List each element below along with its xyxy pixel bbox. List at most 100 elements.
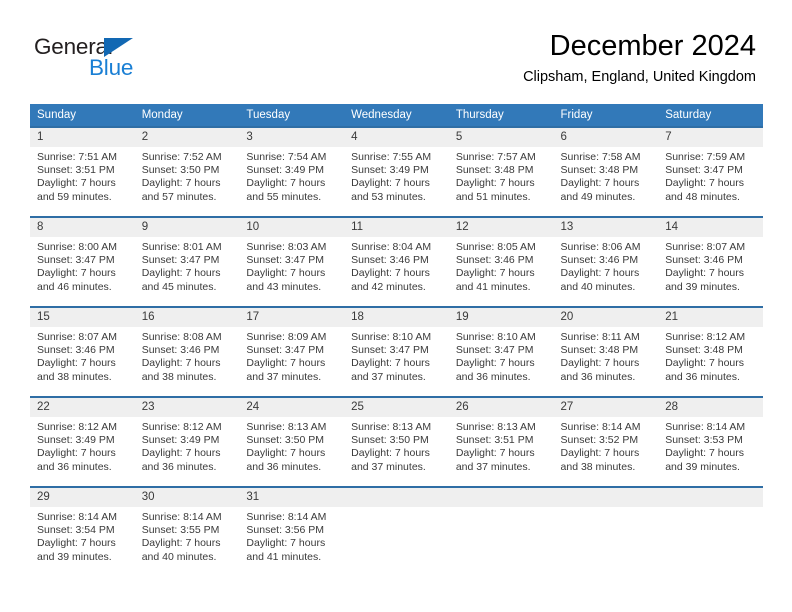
calendar-day-cell[interactable]: 6 Sunrise: 7:58 AM Sunset: 3:48 PM Daylight… (553, 126, 659, 210)
calendar-day-cell[interactable]: 22 Sunrise: 8:12 AM Sunset: 3:49 PM Dayligh… (30, 396, 135, 480)
daylight-duration-line2: and 37 minutes. (351, 460, 426, 473)
day-cell-details: Sunrise: 8:01 AM Sunset: 3:47 PM Daylight:… (135, 237, 240, 294)
sunset-time: Sunset: 3:49 PM (141, 434, 220, 447)
page-title: December 2024 (549, 30, 756, 62)
sunrise-time: Sunrise: 8:05 AM (455, 241, 536, 253)
calendar-day-cell[interactable]: 25 Sunrise: 8:13 AM Sunset: 3:50 PM Dayligh… (344, 396, 449, 480)
calendar-day-cell[interactable]: 4 Sunrise: 7:55 AM Sunset: 3:49 PM Daylight… (344, 126, 449, 210)
calendar-day-cell[interactable]: 14 Sunrise: 8:07 AM Sunset: 3:46 PM Dayligh… (658, 216, 763, 300)
day-cell-details: Sunrise: 7:52 AM Sunset: 3:50 PM Daylight:… (135, 147, 240, 204)
day-cell-inner: 20 Sunrise: 8:11 AM Sunset: 3:48 PM Dayligh… (553, 306, 659, 390)
daylight-duration-line2: and 39 minutes. (37, 550, 112, 563)
calendar-page: General Blue December 2024 Clipsham, Eng… (0, 0, 792, 612)
day-cell-details: Sunrise: 7:55 AM Sunset: 3:49 PM Daylight:… (344, 147, 449, 204)
day-cell-inner: 12 Sunrise: 8:05 AM Sunset: 3:46 PM Dayligh… (448, 216, 554, 300)
day-cell-details: Sunrise: 8:14 AM Sunset: 3:56 PM Daylight:… (239, 507, 344, 564)
calendar-day-cell[interactable]: 8 Sunrise: 8:00 AM Sunset: 3:47 PM Daylight… (30, 216, 135, 300)
sunset-time: Sunset: 3:47 PM (246, 254, 325, 267)
calendar-day-cell[interactable]: 17 Sunrise: 8:09 AM Sunset: 3:47 PM Dayligh… (239, 306, 345, 390)
daylight-duration-line1: Daylight: 7 hours (246, 447, 326, 460)
sunrise-time: Sunrise: 8:12 AM (665, 331, 746, 343)
daylight-duration-line1: Daylight: 7 hours (560, 357, 640, 370)
title-block: December 2024 Clipsham, England, United … (523, 28, 756, 87)
day-cell-details: Sunrise: 7:58 AM Sunset: 3:48 PM Daylight:… (554, 147, 659, 204)
calendar-day-cell[interactable]: 12 Sunrise: 8:05 AM Sunset: 3:46 PM Dayligh… (448, 216, 554, 300)
sunrise-time: Sunrise: 8:07 AM (37, 331, 117, 343)
day-number: 23 (134, 398, 240, 417)
sunrise-time: Sunrise: 8:14 AM (141, 511, 222, 523)
daylight-duration-line1: Daylight: 7 hours (351, 177, 430, 190)
calendar-day-cell[interactable]: 21 Sunrise: 8:12 AM Sunset: 3:48 PM Dayligh… (658, 306, 763, 390)
day-number: 30 (134, 488, 240, 507)
calendar-day-cell[interactable]: 20 Sunrise: 8:11 AM Sunset: 3:48 PM Dayligh… (553, 306, 659, 390)
day-number: 28 (658, 398, 763, 417)
day-cell-details: Sunrise: 8:14 AM Sunset: 3:53 PM Daylight:… (658, 417, 763, 474)
sunset-time: Sunset: 3:53 PM (665, 434, 743, 447)
daylight-duration-line1: Daylight: 7 hours (37, 267, 116, 280)
calendar-day-cell[interactable]: 10 Sunrise: 8:03 AM Sunset: 3:47 PM Dayligh… (239, 216, 345, 300)
calendar-day-cell[interactable]: 7 Sunrise: 7:59 AM Sunset: 3:47 PM Daylight… (658, 126, 763, 210)
calendar-day-cell[interactable]: 30 Sunrise: 8:14 AM Sunset: 3:55 PM Dayligh… (134, 486, 240, 570)
sunrise-time: Sunrise: 8:00 AM (37, 241, 117, 253)
day-cell-inner: 16 Sunrise: 8:08 AM Sunset: 3:46 PM Dayligh… (134, 306, 240, 390)
day-cell-inner: 29 Sunrise: 8:14 AM Sunset: 3:54 PM Dayligh… (30, 486, 135, 570)
calendar-day-cell[interactable]: 31 Sunrise: 8:14 AM Sunset: 3:56 PM Dayligh… (239, 486, 345, 570)
sunrise-time: Sunrise: 7:52 AM (141, 151, 222, 163)
day-cell-details: Sunrise: 8:12 AM Sunset: 3:49 PM Daylight:… (30, 417, 135, 474)
day-cell-inner: 14 Sunrise: 8:07 AM Sunset: 3:46 PM Dayligh… (658, 216, 763, 300)
day-number: 15 (30, 308, 135, 327)
day-number: 10 (239, 218, 345, 237)
calendar-day-cell[interactable]: 16 Sunrise: 8:08 AM Sunset: 3:46 PM Dayligh… (134, 306, 240, 390)
sunrise-time: Sunrise: 8:01 AM (141, 241, 222, 253)
calendar-day-cell[interactable]: 2 Sunrise: 7:52 AM Sunset: 3:50 PM Daylight… (134, 126, 240, 210)
sunset-time: Sunset: 3:48 PM (560, 344, 639, 357)
day-cell-details: Sunrise: 8:10 AM Sunset: 3:47 PM Daylight:… (449, 327, 554, 384)
calendar-day-cell[interactable]: 3 Sunrise: 7:54 AM Sunset: 3:49 PM Daylight… (239, 126, 345, 210)
calendar-day-cell[interactable]: 24 Sunrise: 8:13 AM Sunset: 3:50 PM Dayligh… (239, 396, 345, 480)
day-cell-inner: 7 Sunrise: 7:59 AM Sunset: 3:47 PM Daylight… (658, 126, 763, 210)
sunset-time: Sunset: 3:47 PM (665, 164, 743, 177)
day-cell-inner: 9 Sunrise: 8:01 AM Sunset: 3:47 PM Daylight… (134, 216, 240, 300)
daylight-duration-line1: Daylight: 7 hours (37, 447, 116, 460)
daylight-duration-line1: Daylight: 7 hours (560, 447, 640, 460)
calendar-day-cell[interactable]: 9 Sunrise: 8:01 AM Sunset: 3:47 PM Daylight… (134, 216, 240, 300)
calendar-day-cell[interactable]: 29 Sunrise: 8:14 AM Sunset: 3:54 PM Dayligh… (30, 486, 135, 570)
daylight-duration-line1: Daylight: 7 hours (37, 177, 116, 190)
day-cell-inner: 22 Sunrise: 8:12 AM Sunset: 3:49 PM Dayligh… (30, 396, 135, 480)
sunset-time: Sunset: 3:51 PM (455, 434, 534, 447)
calendar-day-cell[interactable]: 13 Sunrise: 8:06 AM Sunset: 3:46 PM Dayligh… (553, 216, 659, 300)
daylight-duration-line1: Daylight: 7 hours (455, 447, 535, 460)
day-cell-details (344, 507, 449, 511)
day-number: 24 (239, 398, 345, 417)
sunset-time: Sunset: 3:46 PM (37, 344, 115, 357)
day-cell-details: Sunrise: 7:51 AM Sunset: 3:51 PM Daylight:… (30, 147, 135, 204)
weekday-header-thursday: Thursday (448, 104, 554, 126)
calendar-day-cell[interactable]: 15 Sunrise: 8:07 AM Sunset: 3:46 PM Dayligh… (30, 306, 135, 390)
day-cell-inner: 11 Sunrise: 8:04 AM Sunset: 3:46 PM Dayligh… (344, 216, 449, 300)
daylight-duration-line1: Daylight: 7 hours (455, 267, 535, 280)
calendar-day-cell[interactable]: 23 Sunrise: 8:12 AM Sunset: 3:49 PM Dayligh… (134, 396, 240, 480)
sunset-time: Sunset: 3:47 PM (141, 254, 220, 267)
calendar-day-cell[interactable]: 19 Sunrise: 8:10 AM Sunset: 3:47 PM Dayligh… (448, 306, 554, 390)
calendar-day-cell[interactable]: 26 Sunrise: 8:13 AM Sunset: 3:51 PM Dayligh… (448, 396, 554, 480)
calendar-day-cell[interactable]: 28 Sunrise: 8:14 AM Sunset: 3:53 PM Dayligh… (658, 396, 763, 480)
daylight-duration-line2: and 39 minutes. (665, 460, 740, 473)
calendar-day-cell[interactable]: 18 Sunrise: 8:10 AM Sunset: 3:47 PM Dayligh… (344, 306, 449, 390)
day-cell-details: Sunrise: 8:06 AM Sunset: 3:46 PM Daylight:… (554, 237, 659, 294)
day-cell-details (658, 507, 763, 511)
calendar-day-cell[interactable]: 11 Sunrise: 8:04 AM Sunset: 3:46 PM Dayligh… (344, 216, 449, 300)
general-blue-logo[interactable]: General Blue (34, 35, 174, 84)
daylight-duration-line1: Daylight: 7 hours (246, 357, 326, 370)
sunset-time: Sunset: 3:56 PM (246, 524, 325, 537)
day-cell-details: Sunrise: 8:11 AM Sunset: 3:48 PM Daylight:… (554, 327, 659, 384)
calendar-day-cell[interactable]: 5 Sunrise: 7:57 AM Sunset: 3:48 PM Daylight… (448, 126, 554, 210)
daylight-duration-line2: and 36 minutes. (455, 370, 531, 383)
calendar-week-row: 22 Sunrise: 8:12 AM Sunset: 3:49 PM Dayligh… (30, 396, 763, 480)
sunset-time: Sunset: 3:47 PM (246, 344, 325, 357)
sunrise-time: Sunrise: 8:08 AM (141, 331, 222, 343)
calendar-day-cell[interactable]: 1 Sunrise: 7:51 AM Sunset: 3:51 PM Daylight… (30, 126, 135, 210)
calendar-empty-cell (448, 486, 554, 570)
day-cell-inner: 18 Sunrise: 8:10 AM Sunset: 3:47 PM Dayligh… (344, 306, 449, 390)
calendar-day-cell[interactable]: 27 Sunrise: 8:14 AM Sunset: 3:52 PM Dayligh… (553, 396, 659, 480)
sunrise-time: Sunrise: 8:09 AM (246, 331, 327, 343)
